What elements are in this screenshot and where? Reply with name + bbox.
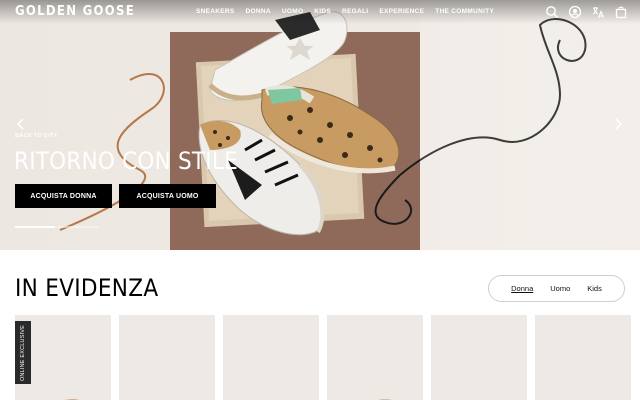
product-card[interactable]	[327, 315, 423, 400]
product-image	[119, 373, 215, 400]
account-icon[interactable]	[568, 5, 582, 19]
nav-item-uomo[interactable]: UOMO	[282, 8, 303, 15]
hero-image	[59, 0, 640, 250]
online-exclusive-badge: ONLINE EXCLUSIVE	[15, 321, 31, 384]
product-card[interactable]	[535, 315, 631, 400]
shop-men-button[interactable]: ACQUISTA UOMO	[119, 184, 216, 208]
shop-women-button[interactable]: ACQUISTA DONNA	[15, 184, 112, 208]
header-actions	[545, 5, 628, 19]
hero-title: RITORNO CON STILE	[14, 147, 238, 175]
tab-kids[interactable]: Kids	[587, 284, 602, 293]
hero-banner[interactable]: BACK TO CITY RITORNO CON STILE ACQUISTA …	[0, 0, 640, 250]
badge-label: ONLINE EXCLUSIVE	[20, 324, 26, 381]
nav-item-community[interactable]: THE COMMUNITY	[435, 8, 494, 15]
nav-item-experience[interactable]: EXPERIENCE	[379, 8, 424, 15]
product-image	[431, 373, 527, 400]
nav-item-sneakers[interactable]: SNEAKERS	[196, 8, 235, 15]
product-image	[377, 399, 391, 400]
slide-indicator-1[interactable]	[15, 226, 55, 228]
tab-donna[interactable]: Donna	[511, 284, 533, 293]
main-nav: SNEAKERS DONNA UOMO KIDS REGALI EXPERIEN…	[196, 8, 505, 15]
prev-slide-arrow-icon[interactable]	[15, 117, 27, 131]
nav-item-regali[interactable]: REGALI	[342, 8, 368, 15]
nav-item-kids[interactable]: KIDS	[314, 8, 331, 15]
gender-tabs: Donna Uomo Kids	[488, 275, 625, 302]
product-card[interactable]	[223, 315, 319, 400]
search-icon[interactable]	[545, 5, 559, 19]
next-slide-arrow-icon[interactable]	[612, 117, 624, 131]
bag-icon[interactable]	[614, 5, 628, 19]
product-image	[223, 373, 319, 400]
slide-indicators	[15, 226, 98, 228]
slide-indicator-2[interactable]	[58, 226, 98, 228]
product-card[interactable]	[119, 315, 215, 400]
section-title: IN EVIDENZA	[15, 274, 159, 302]
product-image	[535, 373, 631, 400]
product-card[interactable]	[431, 315, 527, 400]
product-carousel	[15, 315, 631, 400]
brand-logo[interactable]: GOLDEN GOOSE	[15, 4, 135, 19]
site-header: GOLDEN GOOSE SNEAKERS DONNA UOMO KIDS RE…	[0, 0, 640, 24]
nav-item-donna[interactable]: DONNA	[246, 8, 271, 15]
tab-uomo[interactable]: Uomo	[550, 284, 570, 293]
translate-icon[interactable]	[591, 5, 605, 19]
hero-eyebrow: BACK TO CITY	[15, 133, 58, 139]
